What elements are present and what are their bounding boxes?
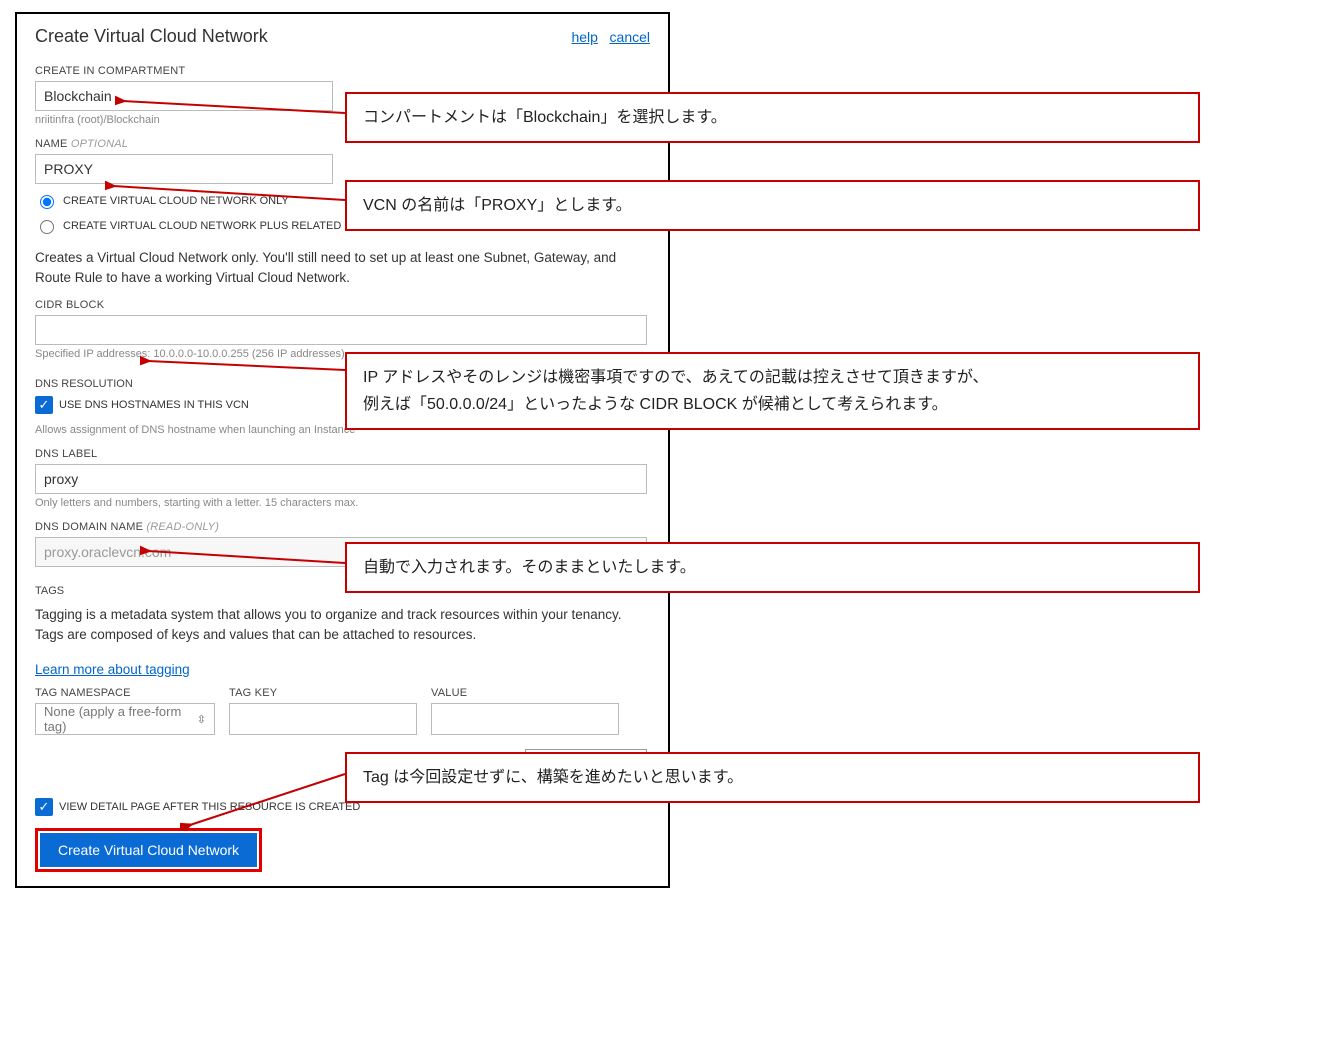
dns-label-label: DNS LABEL xyxy=(35,448,650,460)
callout-text: IP アドレスやそのレンジは機密事項ですので、あえての記載は控えさせて頂きますが… xyxy=(363,369,989,386)
tag-namespace-col: TAG NAMESPACE None (apply a free-form ta… xyxy=(35,687,215,735)
callout-text: Tag は今回設定せずに、構築を進めたいと思います。 xyxy=(363,769,743,786)
vcn-only-description: Creates a Virtual Cloud Network only. Yo… xyxy=(35,248,647,287)
dialog-title: Create Virtual Cloud Network xyxy=(35,26,268,47)
cancel-link[interactable]: cancel xyxy=(610,29,650,45)
name-label-text: NAME xyxy=(35,138,68,150)
tag-input-row: TAG NAMESPACE None (apply a free-form ta… xyxy=(35,687,650,735)
callout-compartment: コンパートメントは「Blockchain」を選択します。 xyxy=(345,92,1200,143)
header-links: help cancel xyxy=(563,29,650,45)
tag-value-input[interactable] xyxy=(431,703,619,735)
radio-vcn-plus[interactable] xyxy=(40,220,54,234)
dns-domain-label-text: DNS DOMAIN NAME xyxy=(35,521,143,533)
callout-cidr: IP アドレスやそのレンジは機密事項ですので、あえての記載は控えさせて頂きますが… xyxy=(345,352,1200,430)
callout-tags: Tag は今回設定せずに、構築を進めたいと思います。 xyxy=(345,752,1200,803)
radio-vcn-only-label: CREATE VIRTUAL CLOUD NETWORK ONLY xyxy=(63,195,289,207)
tag-key-input[interactable] xyxy=(229,703,417,735)
compartment-input[interactable] xyxy=(35,81,333,111)
name-optional: OPTIONAL xyxy=(68,138,128,150)
callout-dnslabel: 自動で入力されます。そのままといたします。 xyxy=(345,542,1200,593)
help-link[interactable]: help xyxy=(571,29,597,45)
tag-key-col: TAG KEY xyxy=(229,687,417,735)
callout-text: VCN の名前は「PROXY」とします。 xyxy=(363,197,632,214)
callout-text: コンパートメントは「Blockchain」を選択します。 xyxy=(363,109,727,126)
dns-domain-readonly: (READ-ONLY) xyxy=(143,521,219,533)
checkbox-checked-icon[interactable]: ✓ xyxy=(35,798,53,816)
create-button-highlight: Create Virtual Cloud Network xyxy=(35,828,262,872)
callout-name: VCN の名前は「PROXY」とします。 xyxy=(345,180,1200,231)
tag-value-label: VALUE xyxy=(431,687,619,699)
callout-text: 自動で入力されます。そのままといたします。 xyxy=(363,559,696,576)
tag-key-label: TAG KEY xyxy=(229,687,417,699)
dns-hostnames-label: USE DNS HOSTNAMES IN THIS VCN xyxy=(59,399,249,411)
cidr-input[interactable] xyxy=(35,315,647,345)
name-input[interactable] xyxy=(35,154,333,184)
radio-vcn-only[interactable] xyxy=(40,195,54,209)
tag-namespace-select[interactable]: None (apply a free-form tag) ⇳ xyxy=(35,703,215,735)
learn-tagging-link[interactable]: Learn more about tagging xyxy=(35,662,190,677)
create-vcn-button[interactable]: Create Virtual Cloud Network xyxy=(40,833,257,867)
dialog-header: Create Virtual Cloud Network help cancel xyxy=(35,26,650,47)
dns-label-input[interactable] xyxy=(35,464,647,494)
cidr-label: CIDR BLOCK xyxy=(35,299,650,311)
tag-value-col: VALUE xyxy=(431,687,619,735)
callout-text: 例えば「50.0.0.0/24」といったような CIDR BLOCK が候補とし… xyxy=(363,396,948,413)
tag-namespace-value: None (apply a free-form tag) xyxy=(44,704,197,734)
tags-description: Tagging is a metadata system that allows… xyxy=(35,605,647,644)
dns-label-helper: Only letters and numbers, starting with … xyxy=(35,497,650,509)
view-detail-label: VIEW DETAIL PAGE AFTER THIS RESOURCE IS … xyxy=(59,801,360,813)
checkbox-checked-icon[interactable]: ✓ xyxy=(35,396,53,414)
chevron-updown-icon: ⇳ xyxy=(197,713,206,726)
tag-namespace-label: TAG NAMESPACE xyxy=(35,687,215,699)
dns-domain-label: DNS DOMAIN NAME (READ-ONLY) xyxy=(35,521,650,533)
compartment-label: CREATE IN COMPARTMENT xyxy=(35,65,650,77)
